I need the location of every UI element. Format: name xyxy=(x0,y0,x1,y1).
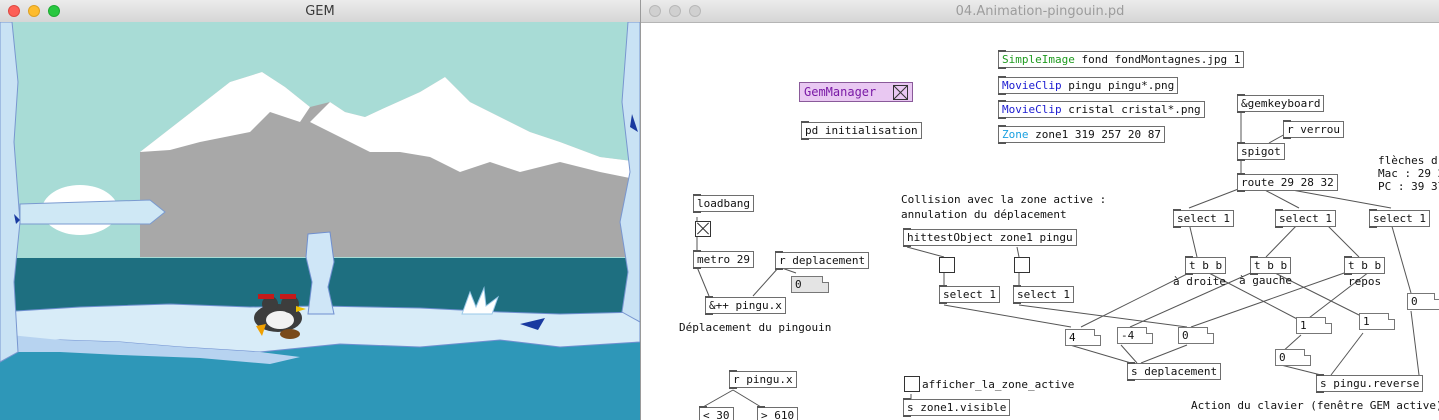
simpleimage-args: fond fondMontagnes.jpg 1 xyxy=(1074,53,1241,66)
gem-window-title: GEM xyxy=(305,4,335,19)
number-1[interactable]: 1 xyxy=(1296,317,1332,334)
comment-collision-1: Collision avec la zone active : xyxy=(901,193,1107,206)
pd-patch-window: 04.Animation-pingouin.pd GemManager pd i… xyxy=(641,0,1439,420)
counter-pingu-x-object[interactable]: &++ pingu.x xyxy=(705,296,786,315)
movieclip-keyword: MovieClip xyxy=(1002,79,1062,92)
gemmanager-object[interactable]: GemManager xyxy=(799,82,913,102)
ice-pillar xyxy=(305,231,335,315)
comment-gauche: à gauche xyxy=(1239,274,1292,287)
zone-object[interactable]: Zone zone1 319 257 20 87 xyxy=(998,125,1165,144)
movieclip-args: cristal cristal*.png xyxy=(1061,103,1201,116)
zone-keyword: Zone xyxy=(1002,128,1029,141)
gem-render-canvas[interactable] xyxy=(0,22,640,420)
spigot-object[interactable]: spigot xyxy=(1237,142,1285,161)
bang-toggle[interactable] xyxy=(939,257,955,273)
pd-window-title: 04.Animation-pingouin.pd xyxy=(955,4,1125,19)
loadbang-object[interactable]: loadbang xyxy=(693,194,754,213)
trigger-object[interactable]: t b b xyxy=(1250,256,1292,275)
comment-pc: PC : 39 37 xyxy=(1378,180,1439,193)
number-1[interactable]: 1 xyxy=(1359,313,1395,330)
comment-afficher: afficher_la_zone_active xyxy=(922,378,1075,391)
number-minus-4[interactable]: -4 xyxy=(1117,327,1153,344)
comment-action: Action du clavier (fenêtre GEM active) xyxy=(1191,399,1439,412)
metro-object[interactable]: metro 29 xyxy=(693,250,754,269)
select-object[interactable]: select 1 xyxy=(1013,285,1074,304)
gemkeyboard-object[interactable]: &gemkeyboard xyxy=(1237,94,1325,113)
gt-610-object[interactable]: > 610 xyxy=(757,406,799,420)
number-0[interactable]: 0 xyxy=(1178,327,1214,344)
pd-initialisation-object[interactable]: pd initialisation xyxy=(801,121,922,140)
lt-30-object[interactable]: < 30 xyxy=(699,406,734,420)
pd-titlebar[interactable]: 04.Animation-pingouin.pd xyxy=(641,0,1439,23)
gemmanager-toggle[interactable] xyxy=(893,85,908,100)
s-pingu-reverse-object[interactable]: s pingu.reverse xyxy=(1316,374,1424,393)
pd-canvas[interactable]: GemManager pd initialisation SimpleImage… xyxy=(641,23,1439,420)
comment-fleches: flèches dr xyxy=(1378,154,1439,167)
comment-repos: repos xyxy=(1348,275,1382,288)
bang-toggle[interactable] xyxy=(1014,257,1030,273)
hittestobject-object[interactable]: hittestObject zone1 pingu xyxy=(903,228,1077,247)
r-deplacement-object[interactable]: r deplacement xyxy=(775,251,870,270)
route-object[interactable]: route 29 28 32 xyxy=(1237,173,1338,192)
comment-droite: à droite xyxy=(1173,275,1226,288)
gem-titlebar[interactable]: GEM xyxy=(0,0,640,23)
ice-ledge xyxy=(19,199,166,225)
number-0[interactable]: 0 xyxy=(1407,293,1439,310)
comment-collision-2: annulation du déplacement xyxy=(901,208,1067,221)
s-zone1-visible-object[interactable]: s zone1.visible xyxy=(903,398,1011,417)
gem-window: GEM xyxy=(0,0,641,420)
select-object[interactable]: select 1 xyxy=(1275,209,1336,228)
loadbang-toggle[interactable] xyxy=(695,221,711,237)
comment-mac: Mac : 29 2 xyxy=(1378,167,1439,180)
number-box[interactable]: 0 xyxy=(791,276,829,293)
number-4[interactable]: 4 xyxy=(1065,329,1101,346)
r-pingu-x-object[interactable]: r pingu.x xyxy=(729,370,797,389)
simpleimage-object[interactable]: SimpleImage fond fondMontagnes.jpg 1 xyxy=(998,50,1245,69)
toggle-x-icon xyxy=(893,85,908,100)
select-object[interactable]: select 1 xyxy=(1369,209,1430,228)
s-deplacement-object[interactable]: s deplacement xyxy=(1127,362,1222,381)
trigger-object[interactable]: t b b xyxy=(1185,256,1227,275)
trigger-object[interactable]: t b b xyxy=(1344,256,1386,275)
movieclip-pingu-object[interactable]: MovieClip pingu pingu*.png xyxy=(998,76,1179,95)
select-object[interactable]: select 1 xyxy=(939,285,1000,304)
simpleimage-keyword: SimpleImage xyxy=(1002,53,1075,66)
movieclip-keyword: MovieClip xyxy=(1002,103,1062,116)
afficher-toggle[interactable] xyxy=(904,376,920,392)
zone-args: zone1 319 257 20 87 xyxy=(1028,128,1161,141)
comment-deplacement: Déplacement du pingouin xyxy=(679,321,832,334)
number-0[interactable]: 0 xyxy=(1275,349,1311,366)
gemmanager-label: GemManager xyxy=(804,85,877,99)
movieclip-args: pingu pingu*.png xyxy=(1061,79,1175,92)
r-verrou-object[interactable]: r verrou xyxy=(1283,120,1344,139)
movieclip-cristal-object[interactable]: MovieClip cristal cristal*.png xyxy=(998,100,1205,119)
select-object[interactable]: select 1 xyxy=(1173,209,1234,228)
